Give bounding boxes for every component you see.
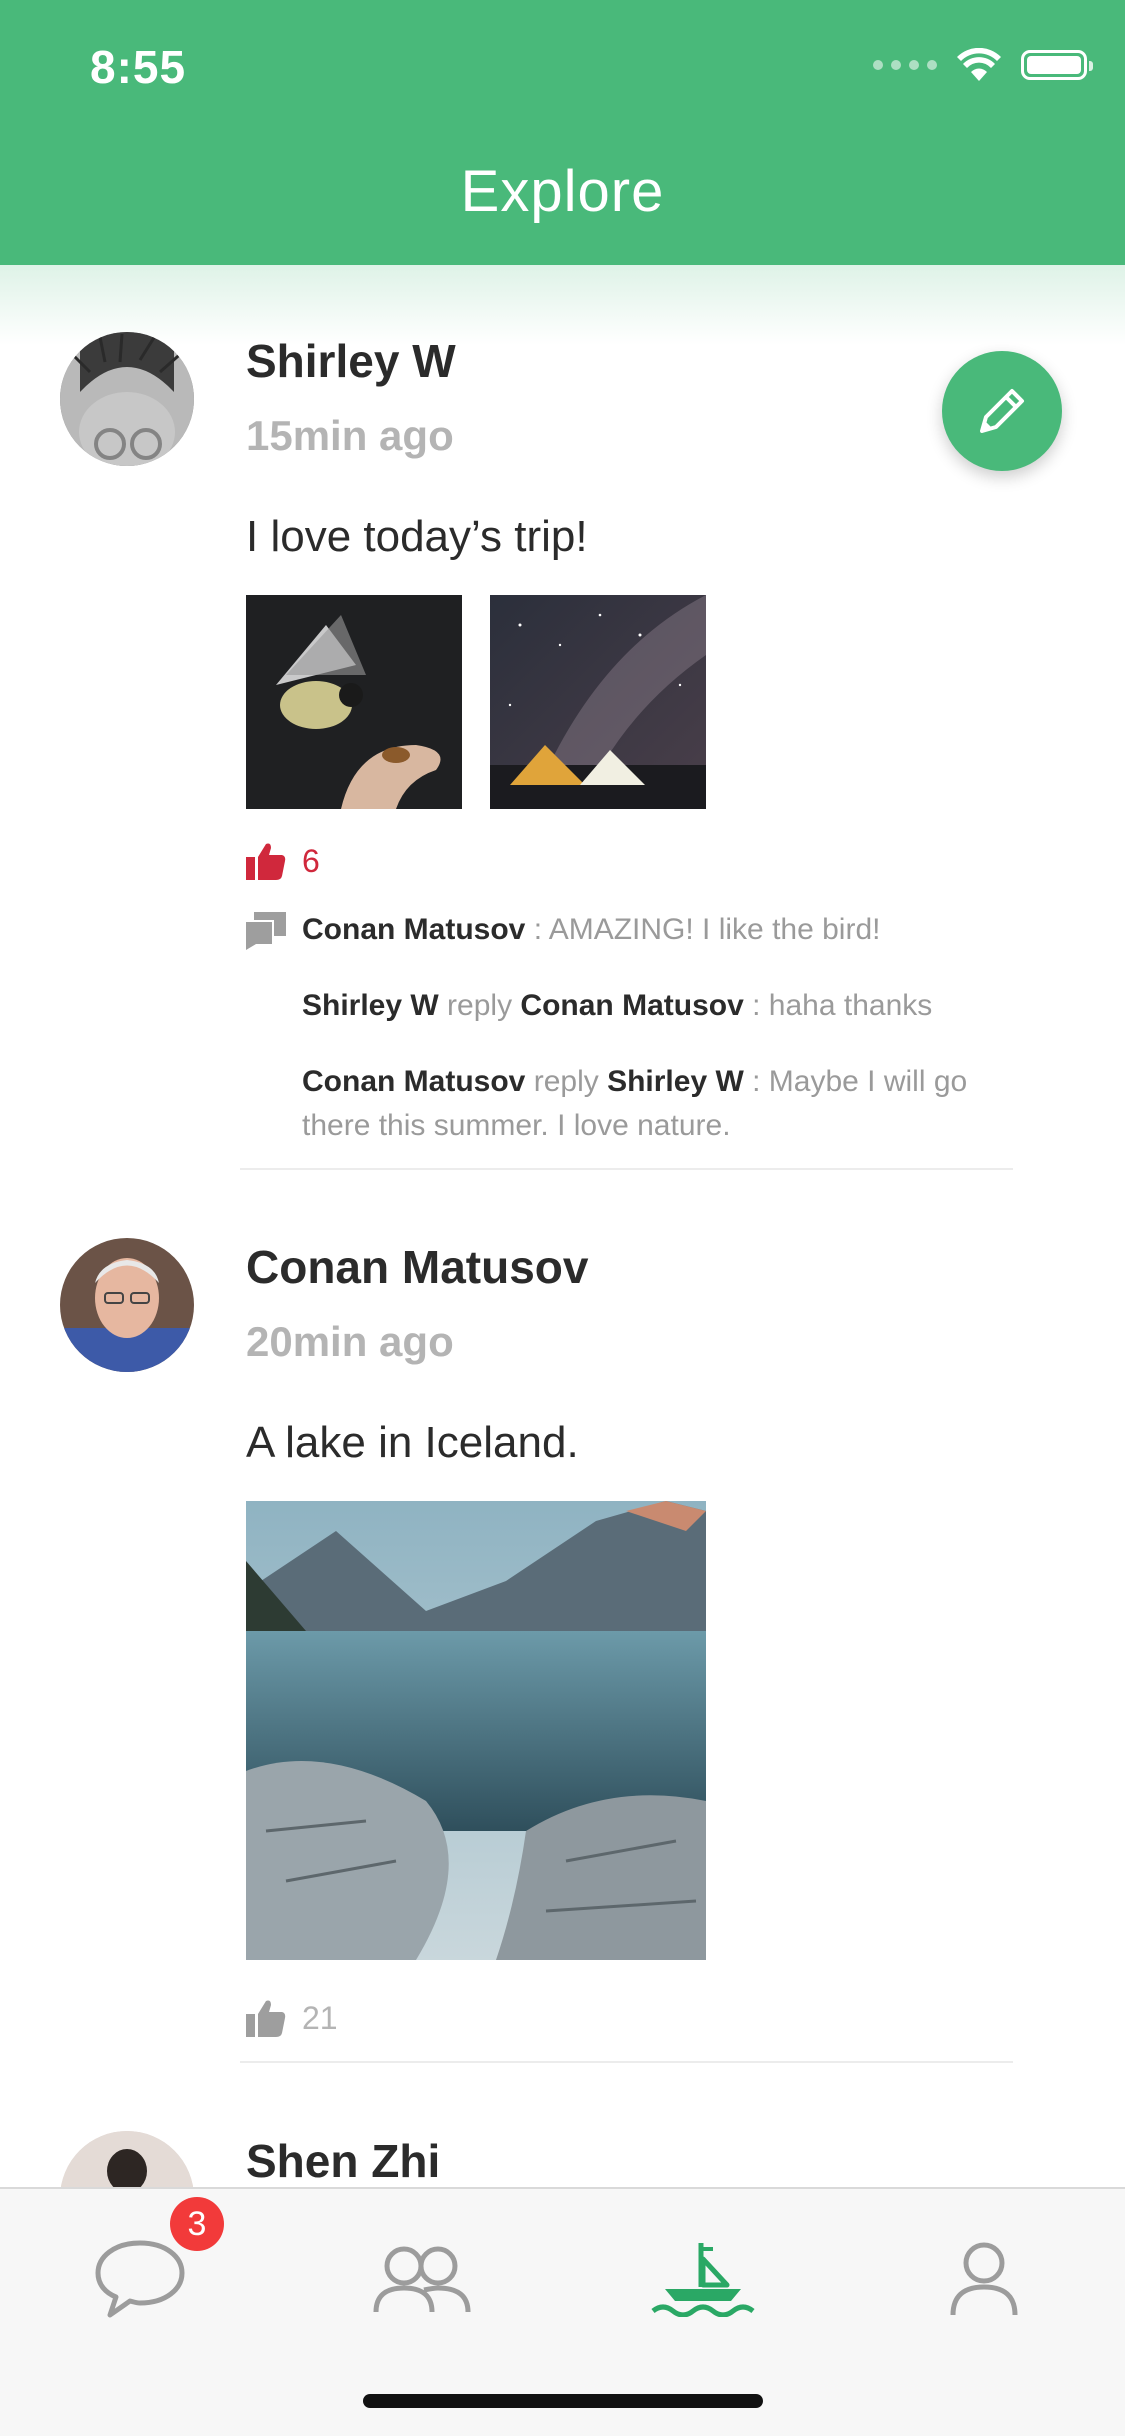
- boat-icon: [651, 2243, 755, 2317]
- header-shadow: [0, 265, 1125, 345]
- mountain-lake-photo: [246, 1501, 706, 1960]
- tents-under-milky-way-photo: [490, 595, 706, 809]
- comment-author[interactable]: Conan Matusov: [302, 1065, 525, 1098]
- reply-target[interactable]: Conan Matusov: [520, 989, 743, 1022]
- chat-bubble-icon: [95, 2240, 185, 2318]
- post-time: 20min ago: [246, 1318, 454, 1365]
- compose-button[interactable]: [942, 351, 1062, 471]
- comment-reply[interactable]: Conan Matusov reply Shirley W : Maybe I …: [302, 1060, 1022, 1148]
- thumbs-up-icon[interactable]: [246, 1999, 286, 2037]
- post-divider: [240, 2061, 1013, 2063]
- post-photo[interactable]: [246, 1501, 706, 1960]
- post-photo[interactable]: [490, 595, 706, 809]
- avatar-photo: [60, 1238, 194, 1372]
- unread-badge: 3: [170, 2197, 224, 2251]
- comment-author[interactable]: Shirley W: [302, 989, 439, 1022]
- reply-word: reply: [447, 989, 513, 1022]
- post-text: A lake in Iceland.: [246, 1418, 579, 1467]
- post-photo[interactable]: [246, 595, 462, 809]
- post-time: 15min ago: [246, 412, 454, 459]
- like-row[interactable]: 21: [246, 1999, 338, 2037]
- post-text: I love today’s trip!: [246, 512, 588, 561]
- comment[interactable]: Conan Matusov : AMAZING! I like the bird…: [302, 908, 1022, 952]
- thumbs-up-icon[interactable]: [246, 842, 286, 880]
- post-divider: [240, 1168, 1013, 1170]
- tab-contacts[interactable]: [362, 2229, 482, 2329]
- author-name[interactable]: Shirley W: [246, 334, 456, 388]
- bird-on-hand-photo: [246, 595, 462, 809]
- home-indicator[interactable]: [363, 2394, 763, 2408]
- cellular-signal-icon: [873, 60, 937, 70]
- avatar-photo: [60, 332, 194, 466]
- tab-explore[interactable]: [643, 2229, 763, 2329]
- header: 8:55 Explore: [0, 0, 1125, 265]
- battery-icon: [1021, 50, 1093, 80]
- comment-author[interactable]: Conan Matusov: [302, 913, 525, 946]
- reply-word: reply: [533, 1065, 599, 1098]
- status-icons: [873, 48, 1093, 82]
- status-time: 8:55: [90, 41, 187, 93]
- comment-reply[interactable]: Shirley W reply Conan Matusov : haha tha…: [302, 984, 1022, 1028]
- comment-text: : AMAZING! I like the bird!: [533, 913, 881, 946]
- contacts-icon: [373, 2246, 471, 2313]
- profile-icon: [950, 2242, 1018, 2316]
- reply-target[interactable]: Shirley W: [607, 1065, 744, 1098]
- author-name[interactable]: Conan Matusov: [246, 1240, 588, 1294]
- wifi-icon: [957, 48, 1001, 81]
- page-title: Explore: [460, 159, 665, 224]
- like-count: 21: [302, 1999, 338, 2036]
- avatar[interactable]: [60, 332, 194, 466]
- pencil-icon: [980, 389, 1024, 433]
- like-count: 6: [302, 842, 320, 879]
- comment-text: : haha thanks: [752, 989, 933, 1022]
- like-row[interactable]: 6: [246, 842, 320, 880]
- avatar[interactable]: [60, 1238, 194, 1372]
- tab-profile[interactable]: [924, 2229, 1044, 2329]
- comment-icon[interactable]: [246, 912, 286, 950]
- explore-screen: 8:55 Explore Shirley W 15min ago I love …: [0, 0, 1125, 2436]
- author-name[interactable]: Shen Zhi: [246, 2134, 440, 2188]
